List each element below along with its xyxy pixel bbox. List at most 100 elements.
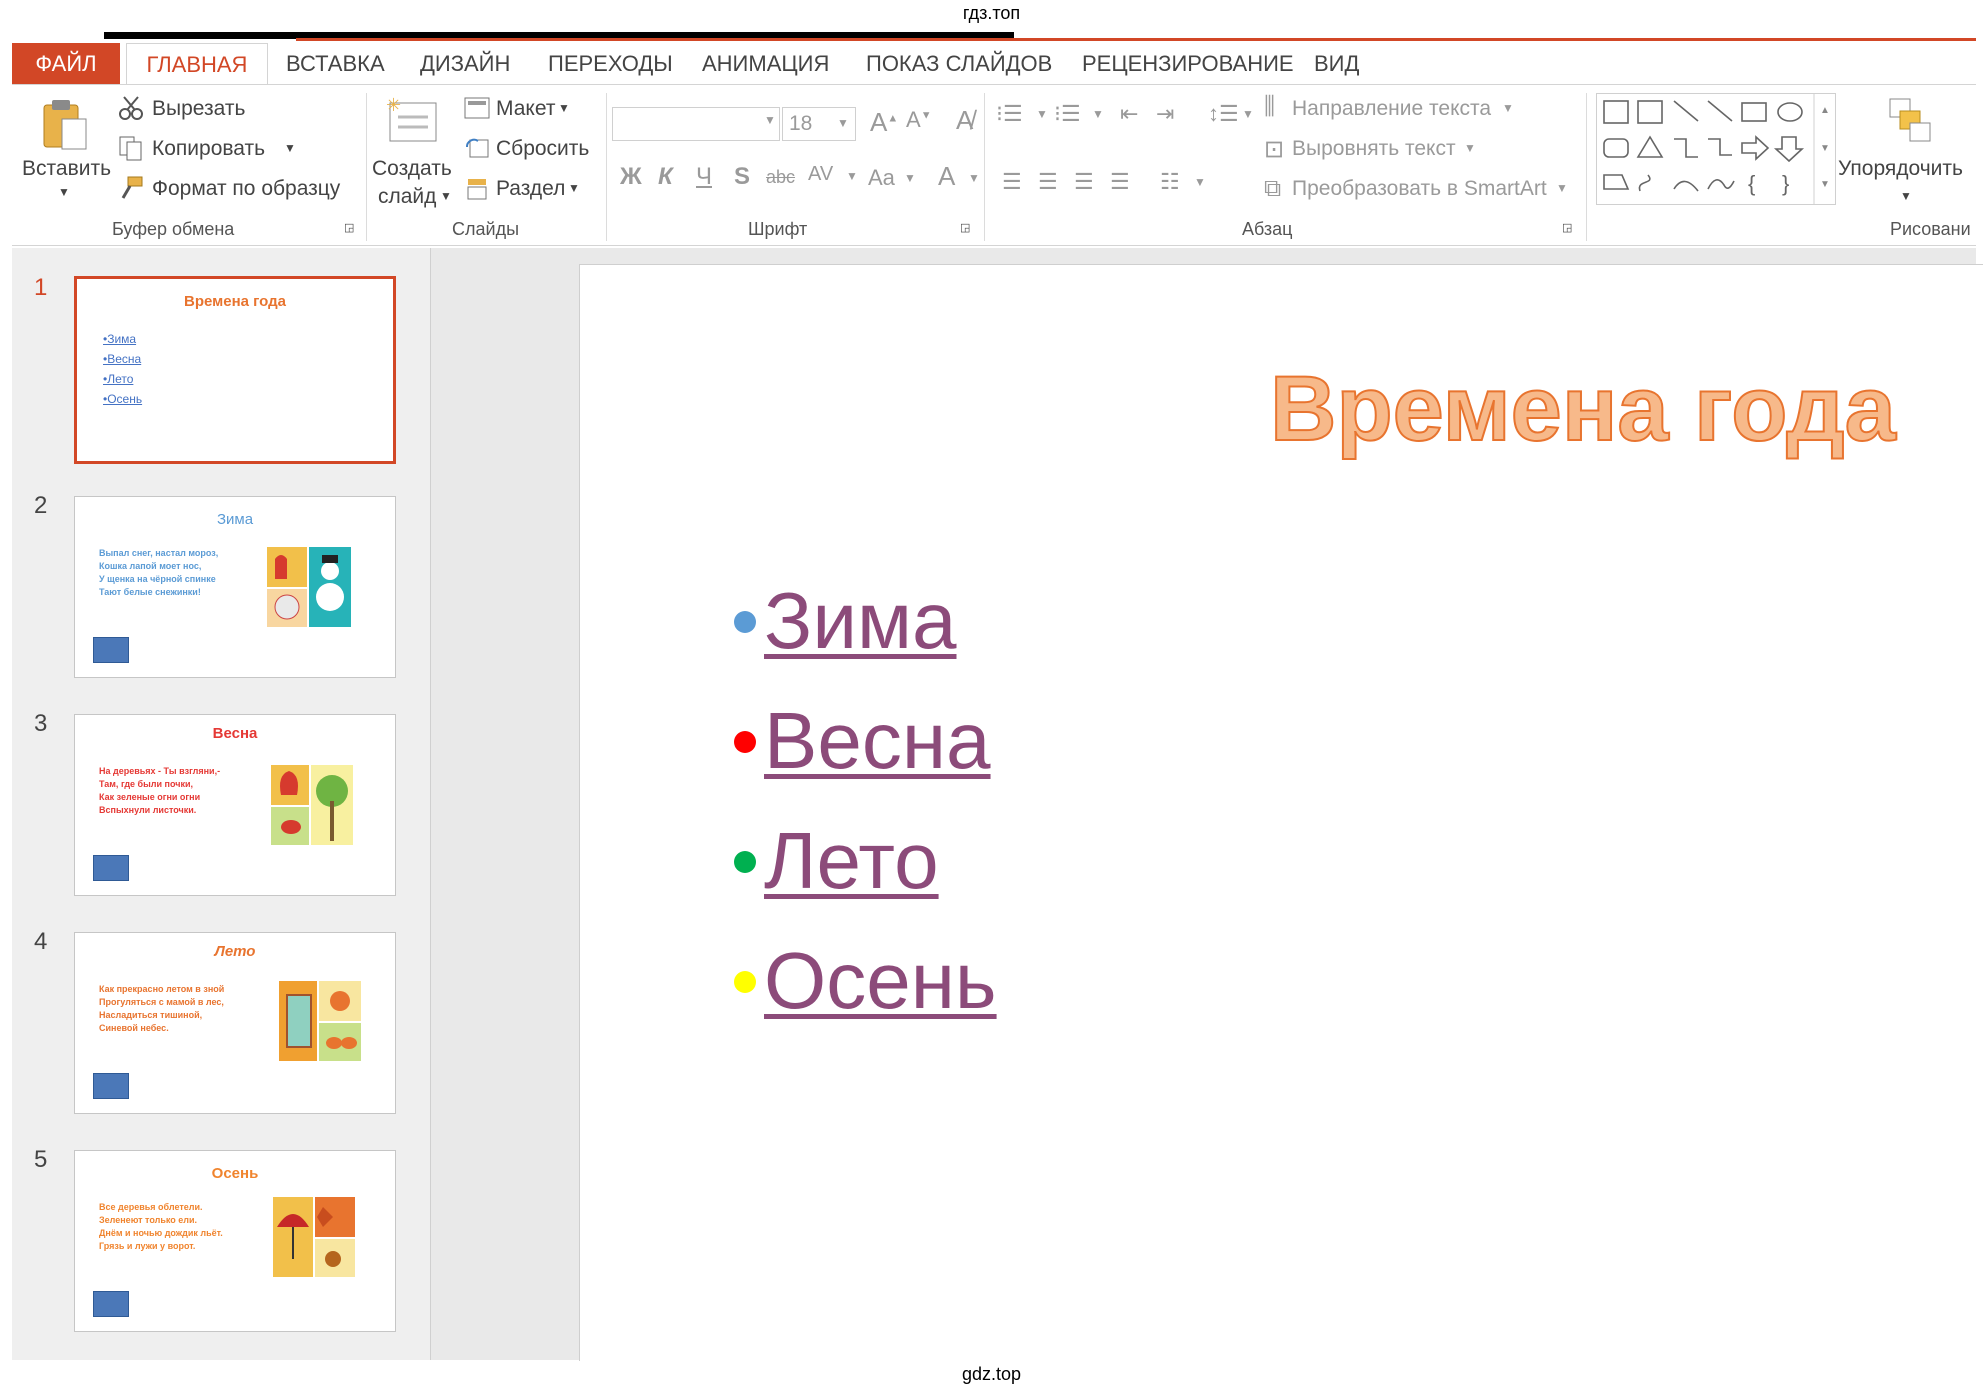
numbering-icon[interactable]: ⁝☰ [1054, 101, 1081, 127]
numbering-dropdown-icon[interactable]: ▼ [1092, 107, 1104, 121]
layout-dropdown-icon[interactable]: ▼ [558, 101, 570, 115]
section-button[interactable]: Раздел [496, 177, 565, 201]
align-text-dropdown-icon[interactable]: ▼ [1464, 141, 1476, 155]
tab-design[interactable]: ДИЗАЙН [408, 43, 522, 85]
copy-button[interactable]: Копировать [152, 137, 265, 161]
font-launcher-icon[interactable]: ◲ [960, 221, 970, 234]
smartart-dropdown-icon[interactable]: ▼ [1556, 181, 1568, 195]
format-painter-button[interactable]: Формат по образцу [152, 177, 340, 201]
underline-button[interactable]: Ч [696, 163, 712, 191]
slide-title[interactable]: Времена года [1269, 357, 1897, 462]
italic-button[interactable]: К [658, 163, 673, 191]
cut-button[interactable]: Вырезать [152, 97, 245, 121]
thumb-line: Там, где были почки, [99, 779, 194, 789]
tab-animations[interactable]: АНИМАЦИЯ [690, 43, 841, 85]
slide-thumbnail-4[interactable]: Лето Как прекрасно летом в зной Прогулят… [74, 932, 396, 1114]
bullets-dropdown-icon[interactable]: ▼ [1036, 107, 1048, 121]
increase-indent-icon[interactable]: ⇥ [1156, 101, 1174, 127]
strikethrough-button[interactable]: abc [766, 167, 795, 188]
font-color-dropdown-icon[interactable]: ▼ [968, 171, 980, 185]
tab-review[interactable]: РЕЦЕНЗИРОВАНИЕ [1070, 43, 1306, 85]
change-case-dropdown-icon[interactable]: ▼ [904, 171, 916, 185]
hyperlink-spring[interactable]: Весна [764, 695, 991, 787]
tab-insert[interactable]: ВСТАВКА [274, 43, 397, 85]
thumb-text: На деревьях - Ты взгляни,- Там, где были… [99, 765, 220, 817]
font-family-dropdown-icon[interactable]: ▼ [764, 113, 776, 127]
character-spacing-dropdown-icon[interactable]: ▼ [846, 169, 858, 183]
tab-slideshow[interactable]: ПОКАЗ СЛАЙДОВ [854, 43, 1064, 85]
copy-dropdown-icon[interactable]: ▼ [284, 141, 296, 155]
bullets-icon[interactable]: ⁝☰ [996, 101, 1023, 127]
svg-text:▼: ▼ [1820, 143, 1830, 154]
decrease-indent-icon[interactable]: ⇤ [1120, 101, 1138, 127]
bold-button[interactable]: Ж [620, 163, 642, 191]
character-spacing-button[interactable]: AV [808, 163, 833, 186]
font-size-select[interactable]: 18 ▼ [782, 107, 856, 141]
hyperlink-winter[interactable]: Зима [764, 575, 957, 667]
align-text-button[interactable]: Выровнять текст [1292, 137, 1456, 161]
slide-thumbnail-3[interactable]: Весна На деревьях - Ты взгляни,- Там, гд… [74, 714, 396, 896]
slide-number: 1 [34, 274, 48, 301]
paste-dropdown-icon[interactable]: ▼ [58, 185, 70, 199]
justify-icon[interactable]: ☰ [1110, 169, 1130, 195]
change-case-button[interactable]: Aa [868, 165, 895, 191]
paragraph-launcher-icon[interactable]: ◲ [1562, 221, 1572, 234]
tab-file[interactable]: ФАЙЛ [12, 43, 120, 85]
align-center-icon[interactable]: ☰ [1038, 169, 1058, 195]
columns-dropdown-icon[interactable]: ▼ [1194, 175, 1206, 189]
new-slide-label-2[interactable]: слайд [378, 185, 436, 209]
new-slide-dropdown-icon[interactable]: ▼ [440, 189, 452, 203]
ribbon-tabs: ФАЙЛ ГЛАВНАЯ ВСТАВКА ДИЗАЙН ПЕРЕХОДЫ АНИ… [12, 43, 1976, 85]
grow-font-icon[interactable]: A▲ [870, 107, 898, 138]
watermark-top: гдз.топ [962, 3, 1021, 23]
hyperlink-autumn[interactable]: Осень [764, 935, 997, 1027]
home-button-icon[interactable] [93, 1291, 129, 1317]
columns-icon[interactable]: ☷ [1160, 169, 1180, 195]
clear-formatting-icon[interactable]: A̸ [956, 105, 973, 136]
thumb-line: На деревьях - Ты взгляни,- [99, 766, 221, 776]
tab-home[interactable]: ГЛАВНАЯ [126, 43, 268, 85]
thumb-line: Выпал снег, настал мороз, [99, 548, 219, 558]
shrink-font-icon[interactable]: A▼ [906, 107, 932, 133]
arrange-dropdown-icon[interactable]: ▼ [1900, 189, 1912, 203]
new-slide-icon[interactable]: ✳ [384, 95, 440, 145]
align-right-icon[interactable]: ☰ [1074, 169, 1094, 195]
new-slide-label-1[interactable]: Создать [372, 157, 452, 181]
layout-button[interactable]: Макет [496, 97, 555, 121]
slide-thumbnail-1[interactable]: Времена года •Зима •Весна •Лето •Осень [74, 276, 396, 464]
paste-button[interactable]: Вставить [22, 157, 111, 181]
slide-thumbnail-2[interactable]: Зима Выпал снег, настал мороз, Кошка лап… [74, 496, 396, 678]
thumb-line: Днём и ночью дождик льёт. [99, 1228, 223, 1238]
hyperlink-summer[interactable]: Лето [764, 815, 939, 907]
shadow-button[interactable]: S [734, 163, 750, 191]
thumb-line: Все деревья облетели. [99, 1202, 203, 1212]
reset-button[interactable]: Сбросить [496, 137, 589, 161]
bullet-dot-icon [734, 851, 756, 873]
align-left-icon[interactable]: ☰ [1002, 169, 1022, 195]
text-direction-dropdown-icon[interactable]: ▼ [1502, 101, 1514, 115]
slide-editor[interactable]: Времена года Зима Весна Лето Осень [579, 264, 1983, 1361]
summer-clipart-icon [279, 981, 361, 1061]
line-spacing-icon[interactable]: ↕☰ [1208, 101, 1239, 127]
home-button-icon[interactable] [93, 1073, 129, 1099]
svg-text:{: { [1748, 171, 1755, 196]
arrange-button[interactable]: Упорядочить [1838, 157, 1963, 181]
text-direction-button[interactable]: Направление текста [1292, 97, 1491, 121]
arrange-icon[interactable] [1884, 95, 1940, 147]
autumn-clipart-icon [273, 1197, 355, 1277]
section-dropdown-icon[interactable]: ▼ [568, 181, 580, 195]
paste-icon[interactable] [40, 97, 90, 153]
clipboard-launcher-icon[interactable]: ◲ [344, 221, 354, 234]
tab-transitions[interactable]: ПЕРЕХОДЫ [536, 43, 685, 85]
convert-smartart-button[interactable]: Преобразовать в SmartArt [1292, 177, 1547, 201]
home-button-icon[interactable] [93, 637, 129, 663]
shapes-gallery[interactable]: { } ▲ ▼ ▼ [1596, 93, 1836, 205]
home-button-icon[interactable] [93, 855, 129, 881]
slide-number: 3 [34, 710, 48, 737]
slide-thumbnail-5[interactable]: Осень Все деревья облетели. Зеленеют тол… [74, 1150, 396, 1332]
font-family-select[interactable] [612, 107, 780, 141]
tab-view[interactable]: ВИД [1302, 43, 1371, 85]
font-color-button[interactable]: A [938, 161, 955, 192]
bullet-dot-icon [734, 731, 756, 753]
line-spacing-dropdown-icon[interactable]: ▼ [1242, 107, 1254, 121]
